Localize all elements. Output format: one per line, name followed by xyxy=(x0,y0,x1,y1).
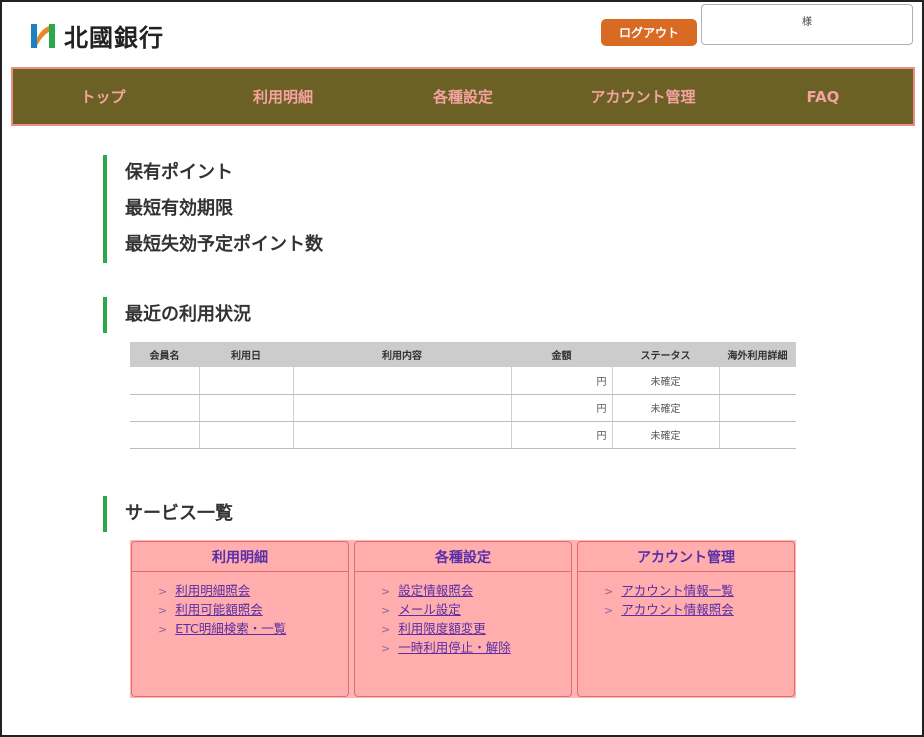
chevron-right-icon: > xyxy=(381,604,391,617)
link-account-inquiry[interactable]: アカウント情報照会 xyxy=(621,602,734,617)
earliest-expiry-label: 最短有効期限 xyxy=(125,198,233,219)
points-held-label: 保有ポイント xyxy=(125,162,233,183)
service-card-statements: 利用明細 > 利用明細照会 > 利用可能額照会 > ETC明細検索・一覧 xyxy=(131,541,349,697)
cell-member xyxy=(130,394,200,422)
service-link-list: > 利用明細照会 > 利用可能額照会 > ETC明細検索・一覧 xyxy=(132,572,348,638)
link-available-amount[interactable]: 利用可能額照会 xyxy=(175,602,263,617)
chevron-right-icon: > xyxy=(604,604,614,617)
cell-content xyxy=(293,421,512,449)
service-card-account: アカウント管理 > アカウント情報一覧 > アカウント情報照会 xyxy=(577,541,795,697)
service-card-title: 各種設定 xyxy=(355,542,571,572)
table-row: 円 未確定 xyxy=(130,367,796,395)
table-row: 円 未確定 xyxy=(130,421,796,449)
list-item: > ETC明細検索・一覧 xyxy=(158,619,348,638)
column-header-overseas: 海外利用詳細 xyxy=(719,342,796,367)
chevron-right-icon: > xyxy=(158,623,168,636)
column-header-member: 会員名 xyxy=(130,342,199,367)
table-row: 円 未確定 xyxy=(130,394,796,422)
column-header-content: 利用内容 xyxy=(293,342,511,367)
bank-logo-icon xyxy=(31,23,55,48)
list-item: > 設定情報照会 xyxy=(381,581,571,600)
chevron-right-icon: > xyxy=(158,604,168,617)
list-item: > 利用明細照会 xyxy=(158,581,348,600)
cell-amount: 円 xyxy=(511,394,613,422)
service-link-list: > 設定情報照会 > メール設定 > 利用限度額変更 > 一時利用停止・解除 xyxy=(355,572,571,657)
cell-date xyxy=(199,394,294,422)
list-item: > アカウント情報一覧 xyxy=(604,581,794,600)
list-item: > 利用限度額変更 xyxy=(381,619,571,638)
cell-member xyxy=(130,421,200,449)
usage-table: 会員名 利用日 利用内容 金額 ステータス 海外利用詳細 円 未確定 円 未確定 xyxy=(130,342,796,449)
service-card-settings: 各種設定 > 設定情報照会 > メール設定 > 利用限度額変更 > 一時利用停止・解除 xyxy=(354,541,572,697)
nav-item-account[interactable]: アカウント管理 xyxy=(553,69,733,124)
expiring-points-label: 最短失効予定ポイント数 xyxy=(125,234,323,255)
main-nav: トップ 利用明細 各種設定 アカウント管理 FAQ xyxy=(11,67,915,126)
user-suffix: 様 xyxy=(802,17,812,28)
nav-item-faq[interactable]: FAQ xyxy=(733,69,913,124)
link-statement-inquiry[interactable]: 利用明細照会 xyxy=(175,583,250,598)
cell-date xyxy=(199,367,294,395)
link-etc-statement[interactable]: ETC明細検索・一覧 xyxy=(175,621,286,636)
bank-logo[interactable]: 北國銀行 xyxy=(28,18,164,53)
chevron-right-icon: > xyxy=(604,585,614,598)
cell-overseas xyxy=(719,394,796,422)
user-name-box: 様 xyxy=(701,4,913,45)
link-settings-inquiry[interactable]: 設定情報照会 xyxy=(398,583,473,598)
chevron-right-icon: > xyxy=(158,585,168,598)
link-mail-settings[interactable]: メール設定 xyxy=(398,602,461,617)
service-list-heading: サービス一覧 xyxy=(103,496,233,532)
service-card-title: アカウント管理 xyxy=(578,542,794,572)
cell-overseas xyxy=(719,421,796,449)
cell-member xyxy=(130,367,200,395)
cell-amount: 円 xyxy=(511,367,613,395)
chevron-right-icon: > xyxy=(381,642,391,655)
cell-status: 未確定 xyxy=(612,367,720,395)
nav-item-statements[interactable]: 利用明細 xyxy=(193,69,373,124)
chevron-right-icon: > xyxy=(381,623,391,636)
column-header-amount: 金額 xyxy=(511,342,612,367)
cell-overseas xyxy=(719,367,796,395)
service-link-list: > アカウント情報一覧 > アカウント情報照会 xyxy=(578,572,794,619)
recent-usage-title: 最近の利用状況 xyxy=(125,304,251,325)
service-card-title: 利用明細 xyxy=(132,542,348,572)
list-item: > アカウント情報照会 xyxy=(604,600,794,619)
cell-content xyxy=(293,367,512,395)
table-header-row: 会員名 利用日 利用内容 金額 ステータス 海外利用詳細 xyxy=(130,342,796,367)
list-item: > 利用可能額照会 xyxy=(158,600,348,619)
cell-date xyxy=(199,421,294,449)
cell-status: 未確定 xyxy=(612,421,720,449)
link-account-list[interactable]: アカウント情報一覧 xyxy=(621,583,734,598)
cell-content xyxy=(293,394,512,422)
list-item: > 一時利用停止・解除 xyxy=(381,638,571,657)
bank-name: 北國銀行 xyxy=(64,24,164,52)
nav-item-settings[interactable]: 各種設定 xyxy=(373,69,553,124)
list-item: > メール設定 xyxy=(381,600,571,619)
recent-usage-heading: 最近の利用状況 xyxy=(103,297,251,333)
chevron-right-icon: > xyxy=(381,585,391,598)
points-section: 保有ポイント 最短有効期限 最短失効予定ポイント数 xyxy=(103,155,323,263)
nav-item-top[interactable]: トップ xyxy=(13,69,193,124)
link-temporary-suspension[interactable]: 一時利用停止・解除 xyxy=(398,640,511,655)
logout-button[interactable]: ログアウト xyxy=(601,19,697,46)
cell-status: 未確定 xyxy=(612,394,720,422)
cell-amount: 円 xyxy=(511,421,613,449)
column-header-date: 利用日 xyxy=(199,342,293,367)
link-limit-change[interactable]: 利用限度額変更 xyxy=(398,621,486,636)
service-cards: 利用明細 > 利用明細照会 > 利用可能額照会 > ETC明細検索・一覧 各種設定 >… xyxy=(130,540,796,698)
service-list-title: サービス一覧 xyxy=(125,503,233,524)
column-header-status: ステータス xyxy=(612,342,719,367)
